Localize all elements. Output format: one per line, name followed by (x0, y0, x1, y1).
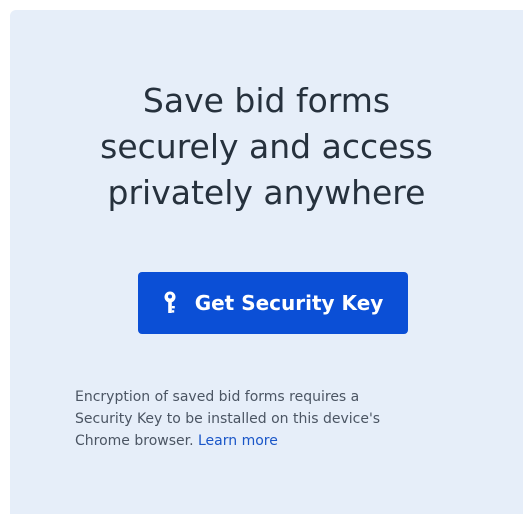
encryption-note-line-2: Security Key to be installed on this dev… (75, 411, 381, 427)
get-security-key-button[interactable]: Get Security Key (138, 272, 408, 334)
key-icon (163, 291, 177, 315)
card-title-line-3: privately anywhere (107, 173, 426, 212)
encryption-note-line-3: Chrome browser. Learn more (75, 430, 435, 452)
card-title-line-2: securely and access (100, 127, 433, 166)
encryption-note-line-1: Encryption of saved bid forms requires a (75, 389, 360, 405)
card-title-line-1: Save bid forms (142, 81, 391, 120)
encryption-note-line-3-text: Chrome browser. (75, 433, 194, 449)
security-key-card: Save bid forms securely and access priva… (10, 10, 523, 514)
card-title: Save bid forms securely and access priva… (10, 78, 523, 216)
encryption-note: Encryption of saved bid forms requires a… (75, 386, 435, 452)
learn-more-link[interactable]: Learn more (198, 433, 278, 449)
get-security-key-label: Get Security Key (194, 291, 384, 315)
